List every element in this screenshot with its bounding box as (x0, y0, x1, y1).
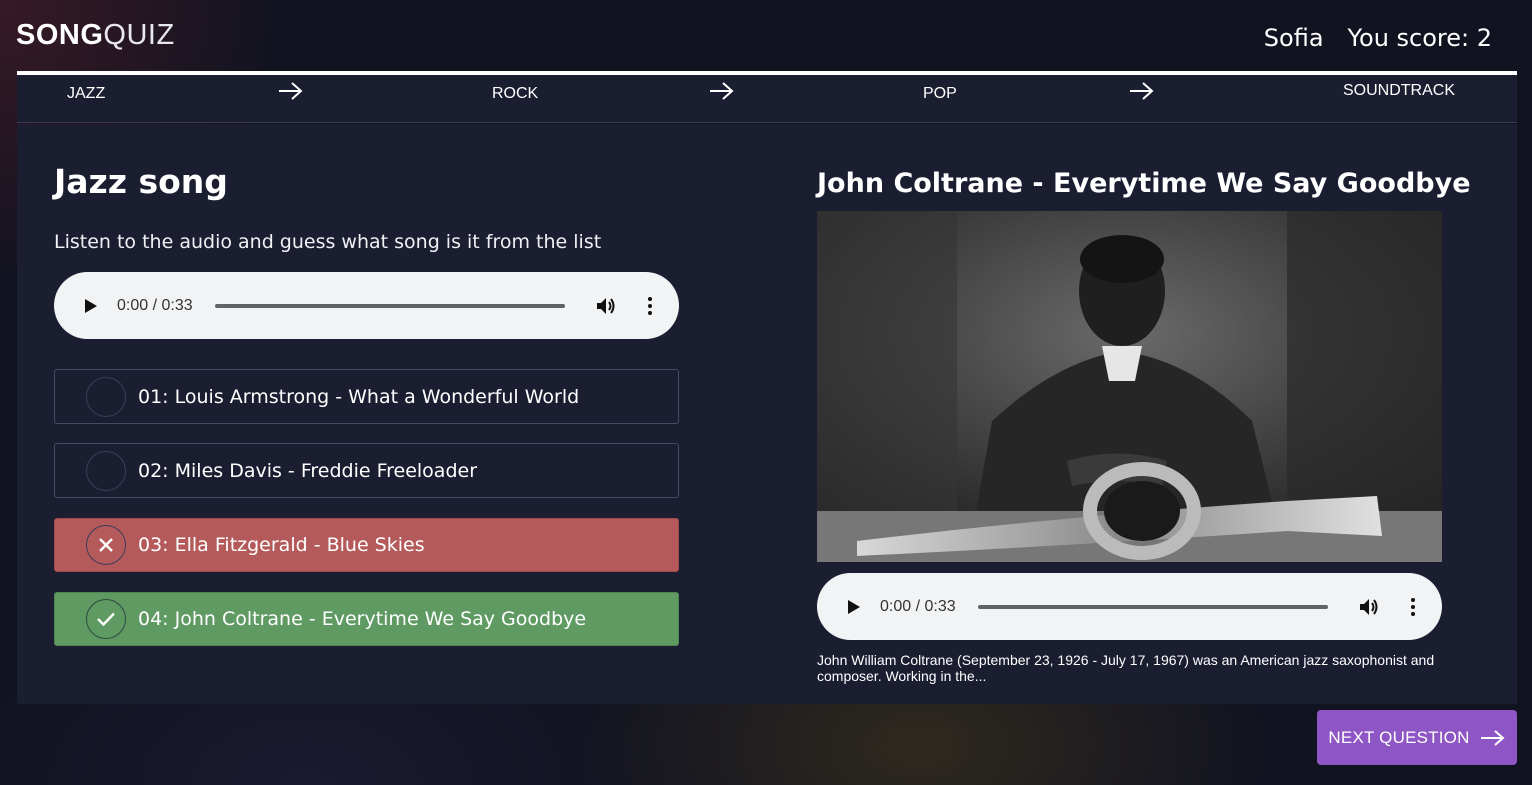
player-name: Sofia (1263, 24, 1324, 52)
category-nav: JAZZ ROCK POP SOUNDTRACK (17, 75, 1517, 123)
close-icon (99, 538, 113, 552)
next-question-label: NEXT QUESTION (1328, 727, 1470, 747)
arrow-right-icon (1480, 729, 1505, 746)
score-display: You score: 2 (1347, 24, 1492, 52)
artist-photo (817, 211, 1442, 562)
play-icon[interactable] (844, 598, 862, 616)
artist-description: John William Coltrane (September 23, 192… (817, 652, 1435, 684)
answer-indicator (86, 525, 126, 565)
app-logo: SONGQUIZ (16, 18, 175, 52)
question-audio-player: 0:00 / 0:33 (54, 272, 679, 339)
logo-quiz: QUIZ (103, 19, 175, 51)
answer-indicator (86, 450, 126, 491)
answer-option-4[interactable]: 04: John Coltrane - Everytime We Say Goo… (54, 592, 679, 646)
quiz-panel: Jazz song Listen to the audio and guess … (17, 124, 1517, 704)
check-icon (97, 612, 115, 626)
artist-photo-image (817, 211, 1442, 562)
arrow-right-icon (710, 82, 734, 100)
reveal-audio-player: 0:00 / 0:33 (817, 573, 1442, 640)
song-title: John Coltrane - Everytime We Say Goodbye (817, 168, 1471, 199)
logo-song: SONG (16, 19, 104, 51)
answer-label: 03: Ella Fitzgerald - Blue Skies (138, 534, 425, 556)
arrow-right-icon (1130, 82, 1154, 100)
play-icon[interactable] (81, 297, 99, 315)
category-jazz: JAZZ (67, 85, 106, 102)
header-status: Sofia You score: 2 (1264, 22, 1492, 54)
audio-seek-bar[interactable] (977, 604, 1328, 609)
category-rock: ROCK (492, 85, 539, 102)
audio-time: 0:00 / 0:33 (117, 296, 193, 314)
answer-option-3[interactable]: 03: Ella Fitzgerald - Blue Skies (54, 518, 679, 572)
answer-indicator (86, 376, 126, 417)
answer-label: 01: Louis Armstrong - What a Wonderful W… (138, 385, 580, 408)
volume-icon[interactable] (1358, 596, 1380, 618)
arrow-right-icon (279, 82, 303, 100)
audio-seek-bar[interactable] (214, 303, 565, 308)
question-title: Jazz song (54, 162, 228, 201)
answer-label: 04: John Coltrane - Everytime We Say Goo… (138, 608, 587, 630)
category-pop: POP (923, 85, 957, 102)
answer-option-1[interactable]: 01: Louis Armstrong - What a Wonderful W… (54, 369, 679, 424)
category-soundtrack: SOUNDTRACK (1343, 82, 1456, 99)
answer-label: 02: Miles Davis - Freddie Freeloader (138, 459, 478, 482)
answer-option-2[interactable]: 02: Miles Davis - Freddie Freeloader (54, 443, 679, 498)
audio-time: 0:00 / 0:33 (880, 597, 956, 615)
more-options-icon[interactable] (647, 296, 653, 316)
next-question-button[interactable]: NEXT QUESTION (1317, 710, 1517, 765)
volume-icon[interactable] (595, 295, 617, 317)
answer-indicator (86, 599, 126, 639)
question-instruction: Listen to the audio and guess what song … (54, 231, 602, 253)
more-options-icon[interactable] (1410, 597, 1416, 617)
